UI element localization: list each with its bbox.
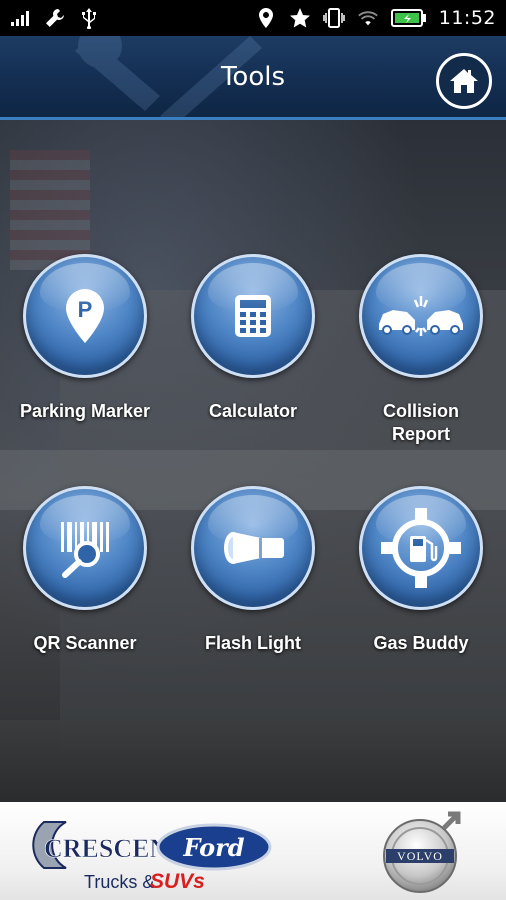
- gas-buddy-label: Gas Buddy: [373, 633, 469, 653]
- status-bar: 11:52: [0, 0, 506, 36]
- qr-scanner-button[interactable]: [23, 486, 147, 610]
- calculator-icon: [235, 295, 271, 337]
- calculator-label: Calculator: [208, 401, 298, 421]
- star-icon: [289, 7, 311, 29]
- svg-text:P: P: [78, 297, 93, 322]
- crescent-ford-logo[interactable]: CRESCENT Ford Trucks & SUVs: [22, 814, 272, 894]
- location-icon: [255, 7, 277, 29]
- wrench-icon: [44, 7, 66, 29]
- app-header: Tools: [0, 36, 506, 120]
- tagline-prefix: Trucks &: [84, 872, 154, 892]
- dealer-footer: CRESCENT Ford Trucks & SUVs VOLVO: [0, 802, 506, 900]
- tool-calculator[interactable]: Calculator: [169, 254, 337, 423]
- tool-parking-marker[interactable]: P Parking Marker: [1, 254, 169, 423]
- usb-icon: [78, 7, 100, 29]
- tool-flash-light[interactable]: Flash Light: [169, 486, 337, 655]
- parking-marker-button[interactable]: P: [23, 254, 147, 378]
- background-ground: [0, 720, 506, 802]
- battery-icon: [390, 7, 427, 29]
- tagline-suvs: SUVs: [150, 870, 205, 893]
- qr-scanner-icon: [61, 522, 109, 578]
- parking-marker-label: Parking Marker: [19, 401, 151, 421]
- tool-collision-report[interactable]: Collision Report: [337, 254, 505, 446]
- wifi-icon: [357, 7, 379, 29]
- flash-light-button[interactable]: [191, 486, 315, 610]
- collision-report-button[interactable]: [359, 254, 483, 378]
- signal-icon: [10, 7, 32, 29]
- status-time: 11:52: [438, 7, 496, 29]
- home-button[interactable]: [436, 53, 492, 109]
- qr-scanner-label: QR Scanner: [33, 633, 137, 653]
- collision-icon: [379, 296, 463, 336]
- flash-light-label: Flash Light: [205, 633, 301, 653]
- status-bar-left: [10, 7, 100, 29]
- volvo-logo[interactable]: VOLVO: [378, 810, 468, 896]
- gas-buddy-button[interactable]: [359, 486, 483, 610]
- collision-report-label: Collision Report: [383, 401, 459, 444]
- tool-qr-scanner[interactable]: QR Scanner: [1, 486, 169, 655]
- flashlight-icon: [224, 532, 284, 564]
- vibrate-icon: [322, 7, 345, 29]
- tool-gas-buddy[interactable]: Gas Buddy: [337, 486, 505, 655]
- calculator-button[interactable]: [191, 254, 315, 378]
- background-flag: [10, 150, 90, 270]
- ford-logo-text: Ford: [182, 833, 244, 862]
- tools-main: P Parking Marker Calculator Collision Re…: [0, 120, 506, 802]
- status-bar-right: 11:52: [255, 7, 496, 29]
- page-title: Tools: [220, 62, 286, 92]
- gas-pump-icon: [381, 508, 461, 588]
- parking-pin-icon: P: [66, 289, 104, 343]
- volvo-logo-text: VOLVO: [397, 849, 443, 863]
- home-icon: [450, 69, 478, 93]
